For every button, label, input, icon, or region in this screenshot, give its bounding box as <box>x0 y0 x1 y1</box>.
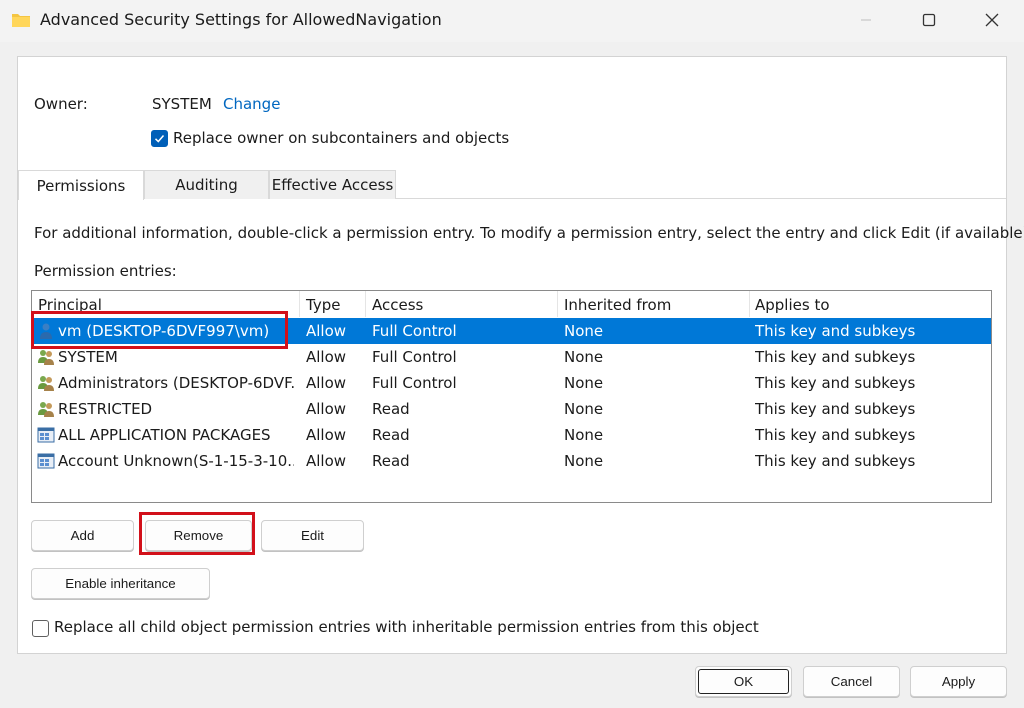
column-divider[interactable] <box>299 291 300 317</box>
folder-icon <box>11 11 31 33</box>
access-cell: Full Control <box>372 322 457 340</box>
inherited-cell: None <box>564 322 604 340</box>
table-row[interactable]: Administrators (DESKTOP-6DVF... Allow Fu… <box>32 370 991 396</box>
column-divider[interactable] <box>749 291 750 317</box>
edit-button[interactable]: Edit <box>261 520 364 551</box>
minimize-button[interactable] <box>842 5 890 35</box>
user-icon <box>37 322 55 340</box>
applies-cell: This key and subkeys <box>755 426 916 444</box>
applies-cell: This key and subkeys <box>755 322 916 340</box>
column-divider[interactable] <box>557 291 558 317</box>
change-owner-link[interactable]: Change <box>223 95 280 113</box>
maximize-icon <box>922 13 936 27</box>
tab-auditing[interactable]: Auditing <box>144 170 269 199</box>
replace-child-permissions-checkbox[interactable] <box>32 620 49 637</box>
table-row[interactable]: RESTRICTED Allow Read None This key and … <box>32 396 991 422</box>
title-bar: Advanced Security Settings for AllowedNa… <box>0 0 1024 42</box>
principal-cell: ALL APPLICATION PACKAGES <box>58 426 271 444</box>
group-icon <box>37 374 55 392</box>
applies-cell: This key and subkeys <box>755 400 916 418</box>
group-icon <box>37 400 55 418</box>
replace-owner-label[interactable]: Replace owner on subcontainers and objec… <box>173 129 509 147</box>
applies-cell: This key and subkeys <box>755 348 916 366</box>
app-package-icon <box>37 452 55 470</box>
add-button[interactable]: Add <box>31 520 134 551</box>
ok-focus-ring <box>698 669 789 694</box>
window-title: Advanced Security Settings for AllowedNa… <box>40 10 442 29</box>
info-text: For additional information, double-click… <box>34 224 1024 242</box>
maximize-button[interactable] <box>905 5 953 35</box>
permission-entries-list[interactable]: Principal Type Access Inherited from App… <box>31 290 992 503</box>
apply-button[interactable]: Apply <box>910 666 1007 697</box>
type-cell: Allow <box>306 322 347 340</box>
principal-cell: Administrators (DESKTOP-6DVF... <box>58 374 294 392</box>
type-cell: Allow <box>306 374 347 392</box>
column-principal[interactable]: Principal <box>38 296 102 314</box>
list-header: Principal Type Access Inherited from App… <box>32 291 991 317</box>
tab-effective-access[interactable]: Effective Access <box>269 170 396 199</box>
table-row[interactable]: Account Unknown(S-1-15-3-10... Allow Rea… <box>32 448 991 474</box>
table-row[interactable]: SYSTEM Allow Full Control None This key … <box>32 344 991 370</box>
table-row[interactable]: ALL APPLICATION PACKAGES Allow Read None… <box>32 422 991 448</box>
minimize-icon <box>861 19 871 21</box>
ok-button[interactable]: OK <box>695 666 792 697</box>
type-cell: Allow <box>306 348 347 366</box>
access-cell: Full Control <box>372 348 457 366</box>
inherited-cell: None <box>564 374 604 392</box>
owner-value: SYSTEM <box>152 95 212 113</box>
access-cell: Read <box>372 452 410 470</box>
replace-owner-checkbox[interactable] <box>151 130 168 147</box>
enable-inheritance-button[interactable]: Enable inheritance <box>31 568 210 599</box>
principal-cell: Account Unknown(S-1-15-3-10... <box>58 452 294 470</box>
access-cell: Read <box>372 426 410 444</box>
remove-button[interactable]: Remove <box>145 520 252 551</box>
access-cell: Read <box>372 400 410 418</box>
close-button[interactable] <box>968 5 1016 35</box>
table-row[interactable]: vm (DESKTOP-6DVF997\vm) Allow Full Contr… <box>32 318 991 344</box>
applies-cell: This key and subkeys <box>755 452 916 470</box>
tab-permissions[interactable]: Permissions <box>18 170 144 200</box>
owner-label: Owner: <box>34 95 88 113</box>
column-inherited-from[interactable]: Inherited from <box>564 296 671 314</box>
cancel-button[interactable]: Cancel <box>803 666 900 697</box>
inherited-cell: None <box>564 426 604 444</box>
type-cell: Allow <box>306 400 347 418</box>
principal-cell: SYSTEM <box>58 348 118 366</box>
column-applies-to[interactable]: Applies to <box>755 296 830 314</box>
type-cell: Allow <box>306 452 347 470</box>
permission-entries-label: Permission entries: <box>34 262 177 280</box>
inherited-cell: None <box>564 452 604 470</box>
close-icon <box>985 13 999 27</box>
type-cell: Allow <box>306 426 347 444</box>
column-access[interactable]: Access <box>372 296 423 314</box>
check-icon <box>154 135 165 143</box>
replace-child-permissions-label[interactable]: Replace all child object permission entr… <box>54 618 759 636</box>
principal-cell: vm (DESKTOP-6DVF997\vm) <box>58 322 270 340</box>
applies-cell: This key and subkeys <box>755 374 916 392</box>
column-type[interactable]: Type <box>306 296 340 314</box>
app-package-icon <box>37 426 55 444</box>
main-panel: Owner: SYSTEM Change Replace owner on su… <box>17 56 1024 654</box>
inherited-cell: None <box>564 348 604 366</box>
access-cell: Full Control <box>372 374 457 392</box>
principal-cell: RESTRICTED <box>58 400 153 418</box>
column-divider[interactable] <box>365 291 366 317</box>
inherited-cell: None <box>564 400 604 418</box>
group-icon <box>37 348 55 366</box>
